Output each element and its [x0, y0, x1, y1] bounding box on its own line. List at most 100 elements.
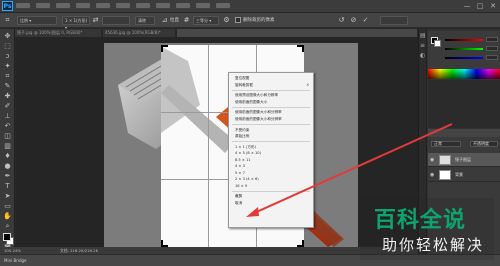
- menu-item-filter[interactable]: [136, 3, 150, 8]
- menu-item-select[interactable]: [116, 3, 130, 8]
- watermark-subtitle: 助你轻松解决: [382, 236, 485, 254]
- gradient-tool-icon[interactable]: ▥: [2, 142, 13, 151]
- view-select[interactable]: 三等分 ▾: [193, 16, 219, 25]
- context-menu-item[interactable]: 16 × 9: [229, 183, 313, 190]
- zoom-level[interactable]: 100.24%: [4, 247, 21, 254]
- red-slider[interactable]: [441, 37, 485, 42]
- blue-value[interactable]: [486, 55, 498, 60]
- crop-tool-icon[interactable]: ⌗: [2, 72, 13, 81]
- zoom-tool-icon[interactable]: ⌕: [2, 222, 13, 231]
- menu-item-3d[interactable]: [156, 3, 170, 8]
- menu-bar: Ps — □ ✕: [0, 0, 500, 13]
- window-controls: — □ ✕: [458, 2, 497, 10]
- layer-row[interactable]: ◉ 锤子图层: [428, 153, 500, 167]
- adjustments-panel-icon[interactable]: ◐: [420, 53, 426, 59]
- pen-tool-icon[interactable]: ✒: [2, 172, 13, 181]
- context-menu-item[interactable]: 使用前面的图像大小和分辨率: [229, 116, 313, 123]
- cancel-icon[interactable]: ⊘: [349, 16, 358, 25]
- layer-name: 背景: [455, 172, 463, 177]
- green-slider[interactable]: [441, 46, 485, 51]
- document-tabs: 锤子.jpg @ 100%(图层 0, RGB/8)* 45636.jpg @ …: [15, 29, 417, 37]
- workspace-select[interactable]: [380, 16, 408, 25]
- red-value[interactable]: [486, 37, 498, 42]
- green-value[interactable]: [486, 46, 498, 51]
- blur-tool-icon[interactable]: ♦: [2, 152, 13, 161]
- healing-tool-icon[interactable]: ✚: [2, 92, 13, 101]
- shape-tool-icon[interactable]: ▭: [2, 202, 13, 211]
- magic-wand-tool-icon[interactable]: ✦: [2, 62, 13, 71]
- menu-item-view[interactable]: [176, 3, 190, 8]
- mini-bridge-tab[interactable]: Mini Bridge: [4, 257, 34, 265]
- menu-separator: [232, 190, 310, 192]
- lasso-tool-icon[interactable]: ↄ: [2, 52, 13, 61]
- watermark: 百科全说 助你轻松解决: [360, 198, 494, 260]
- minimize-icon[interactable]: —: [463, 2, 471, 10]
- menu-item-help[interactable]: [216, 3, 230, 8]
- context-menu-item[interactable]: 取消: [229, 200, 313, 207]
- straighten-icon[interactable]: ⊿: [160, 16, 169, 25]
- type-tool-icon[interactable]: T: [2, 182, 13, 191]
- move-tool-icon[interactable]: ✥: [2, 32, 13, 41]
- menu-separator: [232, 141, 310, 143]
- context-menu-item-label: 使用预设图像大小和分辨率: [235, 93, 279, 98]
- tab-45636[interactable]: 45636.jpg @ 100%(RGB/8)*: [103, 29, 175, 37]
- opacity-field[interactable]: 不透明度: [470, 141, 498, 147]
- grid-overlay-icon[interactable]: #: [182, 16, 191, 25]
- eyedropper-tool-icon[interactable]: ✎: [2, 82, 13, 91]
- context-menu-item[interactable]: 旋转裁剪框 X: [229, 82, 313, 89]
- maximize-icon[interactable]: □: [476, 2, 484, 10]
- properties-panel-icon[interactable]: ≡: [420, 43, 426, 49]
- layer-row[interactable]: ◉ 背景: [428, 168, 500, 182]
- close-icon[interactable]: ✕: [489, 2, 497, 10]
- crop-tool-icon[interactable]: ⌗: [3, 16, 12, 25]
- menu-item-window[interactable]: [196, 3, 210, 8]
- eye-icon[interactable]: ◉: [430, 157, 436, 163]
- status-bar: 100.24% 文档: 216.2K/216.2K: [0, 247, 418, 254]
- blue-slider[interactable]: [441, 55, 485, 60]
- delete-pixels-checkbox[interactable]: [235, 17, 241, 23]
- photoshop-logo: Ps: [2, 1, 13, 11]
- tab-active[interactable]: [177, 29, 417, 37]
- clear-button[interactable]: 清除: [135, 16, 155, 25]
- history-brush-tool-icon[interactable]: ↶: [2, 122, 13, 131]
- marquee-tool-icon[interactable]: ⬚: [2, 42, 13, 51]
- menu-item-layer[interactable]: [76, 3, 90, 8]
- context-menu-item-label: 8.5 × 11: [235, 157, 251, 162]
- menu-separator: [232, 89, 310, 91]
- swap-icon[interactable]: ⇄: [91, 16, 100, 25]
- ratio-select[interactable]: 比例 ▾: [17, 16, 57, 25]
- commit-icon[interactable]: ✓: [361, 16, 370, 25]
- context-menu-item[interactable]: 使用前面的图像大小: [229, 99, 313, 106]
- menu-item-type[interactable]: [96, 3, 110, 8]
- straighten-label[interactable]: 拉直: [170, 17, 179, 23]
- context-menu-shortcut: X: [306, 82, 309, 87]
- dodge-tool-icon[interactable]: ●: [2, 162, 13, 171]
- path-select-tool-icon[interactable]: ➤: [2, 192, 13, 201]
- menu-item-edit[interactable]: [36, 3, 50, 8]
- bg-color-chip[interactable]: [434, 40, 441, 47]
- menu-item-file[interactable]: [16, 3, 30, 8]
- history-panel-icon[interactable]: ▤: [420, 33, 426, 39]
- height-field[interactable]: [102, 16, 130, 25]
- menu-item-image[interactable]: [56, 3, 70, 8]
- layer-name: 锤子图层: [455, 157, 471, 162]
- menu-items[interactable]: [16, 3, 236, 11]
- brush-tool-icon[interactable]: ✐: [2, 102, 13, 111]
- swatches-area: [428, 80, 500, 128]
- context-menu-item[interactable]: 原始比例: [229, 133, 313, 140]
- gear-icon[interactable]: ⚙: [222, 16, 231, 25]
- options-bar: ⌗ 比例 ▾ 1 × 1(方形) ▾ ⇄ 清除 ⊿ 拉直 # 三等分 ▾ ⚙ 删…: [0, 13, 500, 30]
- tab-hammer[interactable]: 锤子.jpg @ 100%(图层 0, RGB/8)*: [15, 29, 101, 37]
- delete-pixels-label: 删除裁剪的像素: [243, 18, 275, 23]
- eraser-tool-icon[interactable]: ◫: [2, 132, 13, 141]
- document-size: 文档: 216.2K/216.2K: [60, 248, 99, 253]
- clone-stamp-tool-icon[interactable]: ⊥: [2, 112, 13, 121]
- context-menu-item-label: 4 × 5 (8 × 10): [235, 151, 261, 156]
- hand-tool-icon[interactable]: ✋: [2, 212, 13, 221]
- context-menu-item-label: 2 × 3 (4 × 6): [235, 177, 259, 182]
- blend-mode-select[interactable]: 正常: [431, 141, 461, 147]
- foreground-color-swatch[interactable]: [3, 233, 11, 241]
- eye-icon[interactable]: ◉: [430, 172, 436, 178]
- reset-icon[interactable]: ↺: [337, 16, 346, 25]
- width-field[interactable]: 1 × 1(方形) ▾: [62, 16, 90, 30]
